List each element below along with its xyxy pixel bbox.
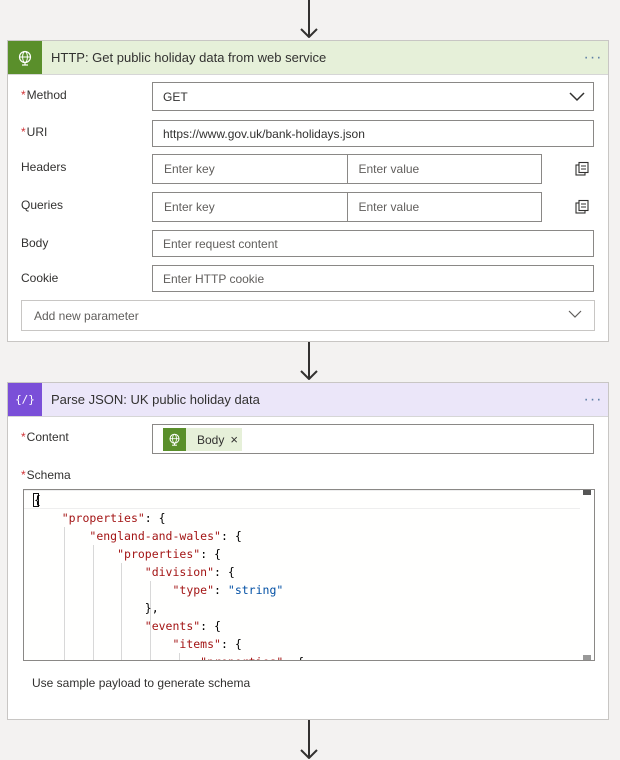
http-action-title[interactable]: HTTP: Get public holiday data from web s… [51,50,578,65]
cookie-label: Cookie [21,271,59,285]
schema-code-line: "events": { [144,619,221,633]
flow-designer-canvas: HTTP: Get public holiday data from web s… [0,0,620,760]
schema-code-line: "england-and-wales": { [89,529,242,543]
body-label: Body [21,236,49,250]
schema-code-line: "properties": { [117,547,221,561]
more-options-icon[interactable]: ··· [578,391,608,407]
scrollbar-thumb[interactable] [583,490,591,495]
current-line-highlight [24,490,580,509]
content-label: *Content [21,430,69,444]
schema-code-line: }, [34,601,159,615]
query-value-input[interactable]: Enter value [346,193,542,221]
chevron-down-icon [569,92,585,102]
globe-icon [163,428,186,451]
body-input[interactable]: Enter request content [152,230,594,257]
arrow-down-icon [300,370,318,380]
scrollbar-bottom-marker [583,655,591,660]
body-token[interactable]: Body × [163,428,242,451]
globe-icon [8,41,42,74]
headers-input: Enter key Enter value [152,154,542,184]
header-value-input[interactable]: Enter value [346,155,542,183]
schema-editor-scrollbar[interactable] [580,490,594,660]
http-action-card: HTTP: Get public holiday data from web s… [7,40,609,342]
use-sample-payload-link[interactable]: Use sample payload to generate schema [32,676,250,690]
add-new-parameter-label: Add new parameter [34,308,139,323]
schema-label: *Schema [21,468,71,482]
schema-code-line: "division": { [144,565,235,579]
method-label: *Method [21,88,67,102]
queries-label: Queries [21,198,64,212]
switch-to-text-mode-icon[interactable] [574,161,590,177]
http-action-header[interactable]: HTTP: Get public holiday data from web s… [8,41,608,75]
parse-json-action-header[interactable]: {/} Parse JSON: UK public holiday data ·… [8,383,608,417]
method-select[interactable]: GET [152,82,594,111]
more-options-icon[interactable]: ··· [578,49,608,65]
arrow-down-icon [300,28,318,38]
switch-to-text-mode-icon[interactable] [574,199,590,215]
schema-code-line: "type": "string" [172,583,284,597]
curly-braces-icon: {/} [8,383,42,416]
uri-input[interactable]: https://www.gov.uk/bank-holidays.json [152,120,594,147]
body-token-label: Body [197,432,225,447]
parse-json-action-card: {/} Parse JSON: UK public holiday data ·… [7,382,609,720]
schema-code-line: "items": { [172,637,242,651]
schema-code-line: "properties": { [34,653,304,660]
arrow-down-icon [300,749,318,759]
schema-editor[interactable]: { "properties": { "england-and-wales": {… [23,489,595,661]
parse-json-action-title[interactable]: Parse JSON: UK public holiday data [51,392,578,407]
chevron-down-icon [568,310,582,318]
content-input[interactable]: Body × [152,424,594,454]
cookie-input[interactable]: Enter HTTP cookie [152,265,594,292]
schema-code-line: { [34,493,41,507]
schema-code-line: "properties": { [61,511,166,525]
add-new-parameter-dropdown[interactable]: Add new parameter [21,300,595,331]
queries-input: Enter key Enter value [152,192,542,222]
uri-label: *URI [21,125,48,139]
query-key-input[interactable]: Enter key [153,193,347,221]
headers-label: Headers [21,160,67,174]
header-key-input[interactable]: Enter key [153,155,347,183]
remove-token-icon[interactable]: × [230,432,238,447]
